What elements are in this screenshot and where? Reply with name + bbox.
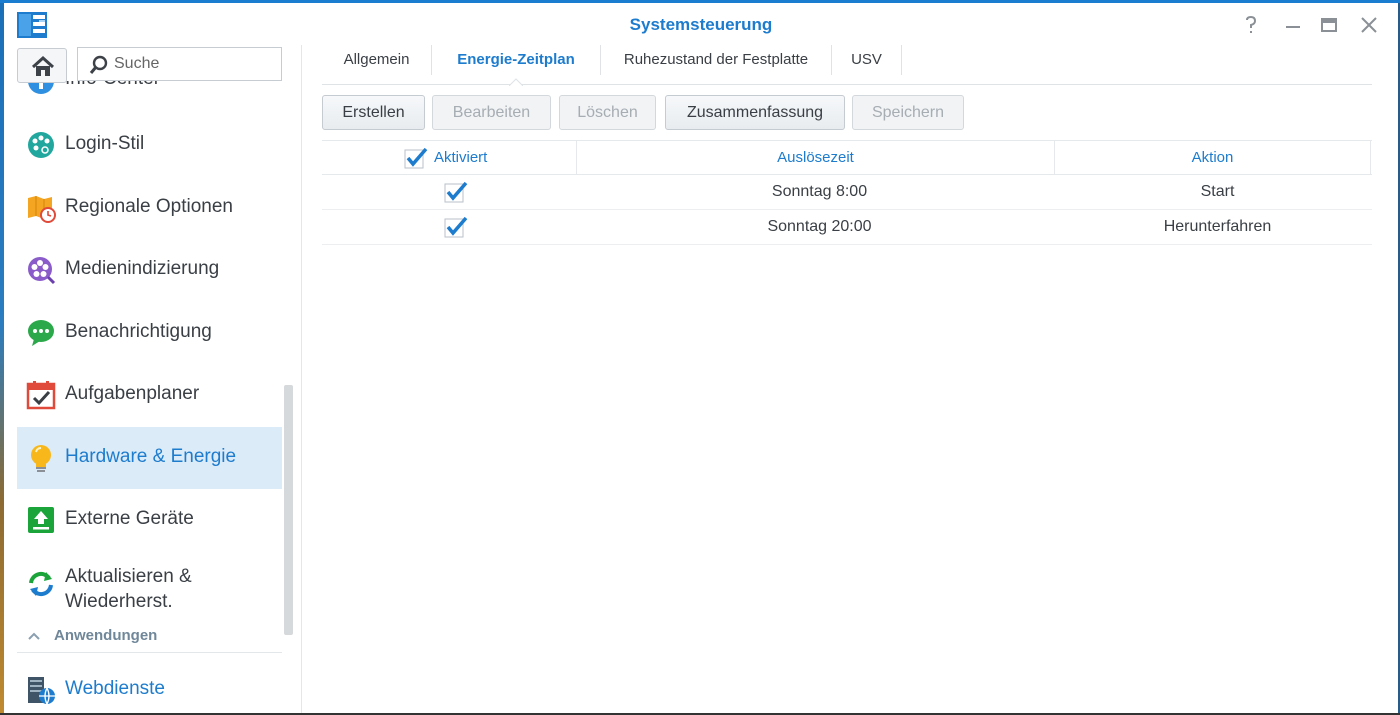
section-header-applications[interactable]: Anwendungen	[17, 625, 282, 653]
lightbulb-icon	[31, 445, 51, 472]
palette-icon	[28, 132, 54, 158]
tab-disk-hibernation[interactable]: Ruhezustand der Festplatte	[601, 45, 832, 75]
close-icon[interactable]	[1358, 15, 1380, 35]
table-row[interactable]: Sonntag 8:00 Start	[322, 175, 1372, 210]
table-header: Aktiviert Auslösezeit Aktion	[322, 140, 1372, 175]
sidebar-item-label: Webdienste	[65, 678, 165, 699]
delete-button[interactable]: Löschen	[559, 95, 656, 130]
create-button[interactable]: Erstellen	[322, 95, 425, 130]
sidebar-item-label: Benachrichtigung	[65, 321, 212, 342]
calendar-check-icon	[26, 381, 56, 410]
window-title: Systemsteuerung	[629, 15, 773, 34]
chevron-up-icon	[28, 632, 40, 640]
row-enabled-checkbox[interactable]	[444, 181, 468, 203]
sidebar-item-hardware-energy[interactable]: Hardware & Energie	[17, 427, 282, 489]
cell-enabled	[322, 175, 577, 209]
chat-bubble-icon	[28, 320, 54, 346]
column-label-enabled: Aktiviert	[434, 149, 488, 166]
sidebar-item-regional-options[interactable]: Regionale Optionen	[17, 177, 282, 239]
summary-button[interactable]: Zusammenfassung	[665, 95, 845, 130]
sidebar-item-label: Aktualisieren & Wiederherst.	[65, 566, 192, 612]
film-reel-icon	[28, 257, 56, 285]
column-header-trigger-time[interactable]: Auslösezeit	[577, 141, 1055, 175]
home-button[interactable]	[17, 48, 67, 83]
cell-action: Start	[1200, 183, 1235, 200]
tab-ups[interactable]: USV	[832, 45, 902, 75]
sidebar-item-label: Hardware & Energie	[65, 446, 237, 467]
section-label: Anwendungen	[54, 627, 158, 644]
upload-device-icon	[28, 507, 54, 533]
sidebar-item-task-scheduler[interactable]: Aufgabenplaner	[17, 364, 282, 426]
maximize-icon[interactable]	[1318, 15, 1340, 35]
tab-bar: Allgemein Energie-Zeitplan Ruhezustand d…	[322, 45, 1372, 86]
search-field[interactable]	[77, 47, 282, 81]
sidebar-item-label: Login-Stil	[65, 133, 145, 154]
home-icon	[31, 55, 55, 76]
map-clock-icon	[28, 196, 56, 223]
sidebar-item-label: Externe Geräte	[65, 508, 194, 529]
sidebar-item-label: Info-Center	[65, 81, 160, 90]
sidebar-item-notification[interactable]: Benachrichtigung	[17, 302, 282, 364]
cell-trigger-time: Sonntag 20:00	[767, 218, 872, 235]
help-icon[interactable]	[1240, 15, 1262, 35]
tab-energy-schedule[interactable]: Energie-Zeitplan	[432, 45, 601, 75]
save-button[interactable]: Speichern	[852, 95, 964, 130]
cell-action: Herunterfahren	[1163, 218, 1272, 235]
sidebar-item-web-services[interactable]: Webdienste	[17, 659, 282, 713]
select-all-checkbox[interactable]	[404, 147, 428, 169]
web-server-icon	[28, 677, 55, 705]
sidebar: Info-Center Login-Stil	[4, 45, 301, 713]
sidebar-item-label: Aufgabenplaner	[65, 383, 200, 404]
tab-general[interactable]: Allgemein	[322, 45, 432, 75]
table-row[interactable]: Sonntag 20:00 Herunterfahren	[322, 210, 1372, 245]
minimize-icon[interactable]	[1282, 15, 1304, 35]
title-bar[interactable]: Systemsteuerung	[4, 3, 1398, 45]
active-tab-pointer	[509, 78, 523, 86]
cell-trigger-time: Sonntag 8:00	[771, 183, 868, 200]
search-icon	[89, 55, 108, 74]
sidebar-item-external-devices[interactable]: Externe Geräte	[17, 489, 282, 551]
sidebar-item-label: Regionale Optionen	[65, 196, 233, 217]
main-panel: Allgemein Energie-Zeitplan Ruhezustand d…	[302, 45, 1398, 713]
row-enabled-checkbox[interactable]	[444, 216, 468, 238]
refresh-icon	[29, 571, 53, 597]
column-header-enabled[interactable]: Aktiviert	[322, 141, 577, 175]
search-input[interactable]	[114, 53, 274, 75]
sidebar-item-media-indexing[interactable]: Medienindizierung	[17, 239, 282, 301]
sidebar-scrollbar[interactable]	[284, 385, 293, 635]
sidebar-item-label: Medienindizierung	[65, 258, 220, 279]
cell-enabled	[322, 210, 577, 244]
sidebar-item-update-restore[interactable]: Aktualisieren & Wiederherst.	[17, 552, 282, 614]
column-header-action[interactable]: Aktion	[1055, 141, 1371, 175]
edit-button[interactable]: Bearbeiten	[432, 95, 551, 130]
sidebar-item-login-style[interactable]: Login-Stil	[17, 114, 282, 176]
